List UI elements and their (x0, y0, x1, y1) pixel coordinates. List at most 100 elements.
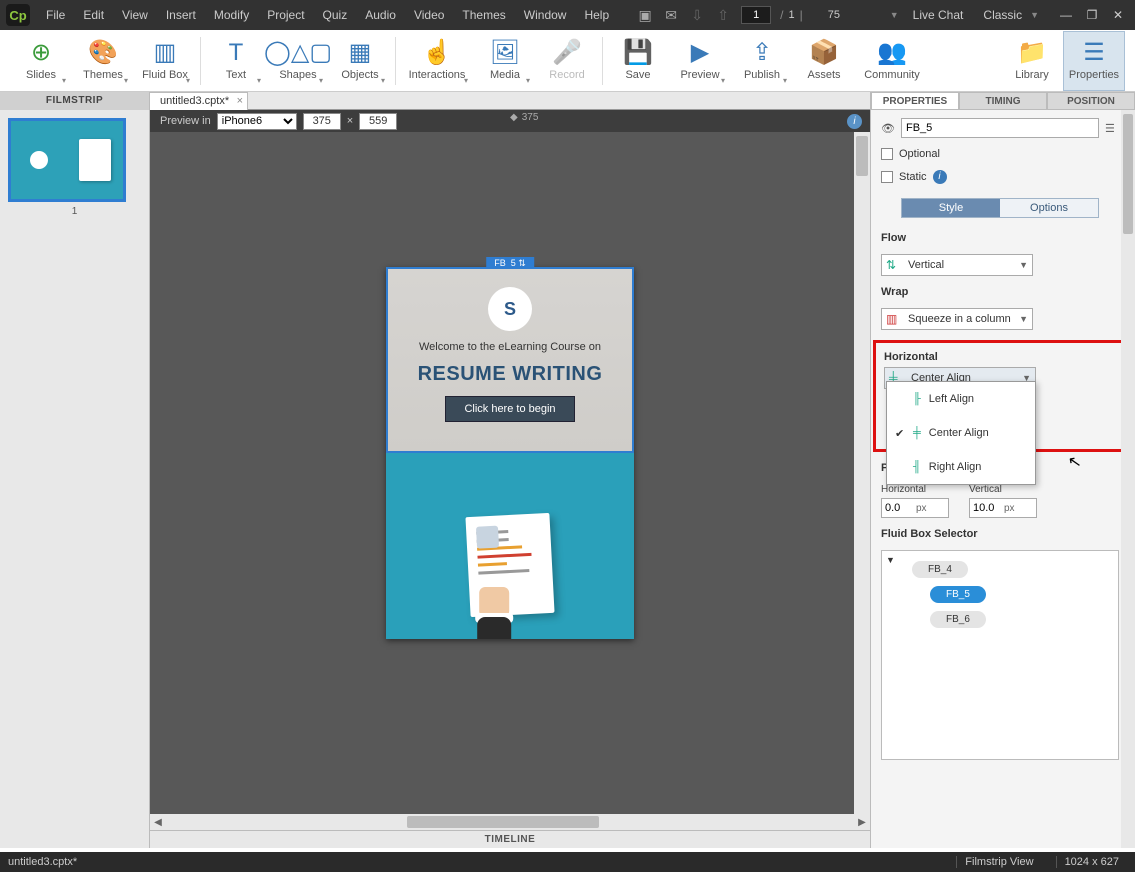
page-current-input[interactable]: 1 (741, 6, 771, 24)
status-mode: Filmstrip View (956, 856, 1041, 868)
tool-slides[interactable]: ⊕Slides▾ (10, 31, 72, 91)
menu-project[interactable]: Project (259, 4, 312, 26)
subtab-options[interactable]: Options (1000, 199, 1098, 217)
tool-media[interactable]: 🖼Media▾ (474, 31, 536, 91)
padding-h-input[interactable]: px (881, 498, 949, 518)
style-options-tabs: Style Options (901, 198, 1099, 218)
align-option-right[interactable]: ╢ Right Align (887, 450, 1035, 484)
padding-h-value[interactable] (882, 502, 916, 514)
workspace-theme[interactable]: Classic (983, 8, 1022, 22)
chevron-down-icon: ▼ (1019, 260, 1028, 270)
padding-v-value[interactable] (970, 502, 1004, 514)
object-name-input[interactable] (901, 118, 1099, 138)
tool-library[interactable]: 📁Library (1001, 31, 1063, 91)
hand-icon (465, 579, 535, 639)
optional-checkbox[interactable] (881, 148, 893, 160)
arrow-down-icon[interactable]: ⇩ (688, 6, 706, 24)
menu-view[interactable]: View (114, 4, 156, 26)
align-left-label: Left Align (929, 393, 974, 405)
properties-scrollbar[interactable] (1121, 110, 1135, 848)
menu-quiz[interactable]: Quiz (315, 4, 356, 26)
tool-objects[interactable]: ▦Objects▾ (329, 31, 391, 91)
layout-icon[interactable]: ▣ (636, 6, 654, 24)
menu-insert[interactable]: Insert (158, 4, 204, 26)
document-tab[interactable]: untitled3.cptx* × (149, 92, 248, 110)
status-bar: untitled3.cptx* Filmstrip View 1024 x 62… (0, 852, 1135, 872)
tab-properties[interactable]: PROPERTIES (871, 92, 959, 110)
tool-assets[interactable]: 📦Assets (793, 31, 855, 91)
slide-number: 1 (8, 206, 141, 217)
align-option-left[interactable]: ╟ Left Align (887, 382, 1035, 416)
menu-themes[interactable]: Themes (454, 4, 513, 26)
mail-icon[interactable]: ✉ (662, 6, 680, 24)
preview-height[interactable]: 559 (359, 113, 397, 130)
tab-timing[interactable]: TIMING (959, 92, 1047, 110)
static-info-icon[interactable]: i (933, 170, 947, 184)
menu-audio[interactable]: Audio (357, 4, 404, 26)
static-checkbox[interactable] (881, 171, 893, 183)
tool-fluid-box[interactable]: ▥Fluid Box▾ (134, 31, 196, 91)
collapse-icon[interactable]: ▼ (886, 555, 895, 565)
slide-bottom-graphic (386, 453, 634, 639)
menu-help[interactable]: Help (576, 4, 617, 26)
flow-dropdown[interactable]: ⇅ Vertical ▼ (881, 254, 1033, 276)
menu-window[interactable]: Window (516, 4, 575, 26)
tool-interactions[interactable]: ☝Interactions▾ (400, 31, 474, 91)
document-tabs: untitled3.cptx* × (150, 92, 870, 110)
slide-thumbnail[interactable] (8, 118, 126, 202)
align-right-label: Right Align (929, 461, 982, 473)
preview-device-select[interactable]: iPhone6 (217, 113, 297, 130)
slide-title-text: RESUME WRITING (418, 363, 603, 386)
tab-position[interactable]: POSITION (1047, 92, 1135, 110)
padding-v-input[interactable]: px (969, 498, 1037, 518)
canvas-scrollbar-vertical[interactable] (854, 132, 870, 814)
tool-shapes[interactable]: ◯△▢Shapes▾ (267, 31, 329, 91)
menu-bar: Cp File Edit View Insert Modify Project … (0, 0, 1135, 30)
fb-chip-fb4[interactable]: FB_4 (912, 561, 968, 578)
menu-modify[interactable]: Modify (206, 4, 257, 26)
align-option-center[interactable]: ✔ ╪ Center Align (887, 416, 1035, 450)
fb-chip-fb5[interactable]: FB_5 (930, 586, 986, 603)
wrap-value: Squeeze in a column (908, 313, 1013, 325)
menu-video[interactable]: Video (406, 4, 452, 26)
properties-tabs: PROPERTIES TIMING POSITION (871, 92, 1135, 110)
fluid-box-selector: ▼ FB_4 FB_5 FB_6 (881, 550, 1119, 760)
menu-edit[interactable]: Edit (75, 4, 112, 26)
list-icon[interactable]: ☰ (1105, 122, 1119, 135)
live-chat-link[interactable]: Live Chat (913, 8, 964, 22)
tool-text[interactable]: TText▾ (205, 31, 267, 91)
filmstrip-panel: FILMSTRIP 1 (0, 92, 150, 848)
close-icon[interactable]: ✕ (1107, 6, 1129, 24)
zoom-value[interactable]: 75 (828, 9, 888, 21)
padding-h-label: Horizontal (881, 484, 949, 495)
padding-h-unit: px (916, 503, 931, 514)
arrow-up-icon[interactable]: ⇧ (714, 6, 732, 24)
tab-close-icon[interactable]: × (237, 94, 243, 109)
tool-themes[interactable]: 🎨Themes▾ (72, 31, 134, 91)
tool-preview[interactable]: ▶Preview▾ (669, 31, 731, 91)
menu-file[interactable]: File (38, 4, 73, 26)
theme-dropdown-icon[interactable]: ▼ (1030, 10, 1039, 20)
visibility-icon[interactable]: 👁 (881, 122, 895, 135)
minimize-icon[interactable]: — (1055, 6, 1077, 24)
tool-publish[interactable]: ⇪Publish▾ (731, 31, 793, 91)
slide-begin-button[interactable]: Click here to begin (445, 396, 574, 422)
subtab-style[interactable]: Style (902, 199, 1000, 217)
preview-width[interactable]: 375 (303, 113, 341, 130)
tool-community[interactable]: 👥Community (855, 31, 929, 91)
app-logo: Cp (6, 4, 30, 26)
tool-properties[interactable]: ☰Properties (1063, 31, 1125, 91)
fluidbox-selected[interactable]: S Welcome to the eLearning Course on RES… (386, 267, 634, 453)
timeline-title[interactable]: TIMELINE (150, 830, 870, 848)
canvas-scrollbar-horizontal[interactable]: ◀▶ (150, 814, 870, 830)
align-center-icon: ╪ (913, 427, 921, 439)
wrap-dropdown[interactable]: ▥ Squeeze in a column ▼ (881, 308, 1033, 330)
tool-save[interactable]: 💾Save (607, 31, 669, 91)
zoom-dropdown-icon[interactable]: ▼ (890, 10, 899, 20)
static-label: Static (899, 171, 927, 183)
fb-chip-fb6[interactable]: FB_6 (930, 611, 986, 628)
info-icon[interactable]: i (847, 114, 862, 129)
canvas[interactable]: FB_5 ⇅ S Welcome to the eLearning Course… (150, 132, 870, 830)
maximize-icon[interactable]: ❐ (1081, 6, 1103, 24)
slide-stage[interactable]: FB_5 ⇅ S Welcome to the eLearning Course… (386, 267, 634, 639)
